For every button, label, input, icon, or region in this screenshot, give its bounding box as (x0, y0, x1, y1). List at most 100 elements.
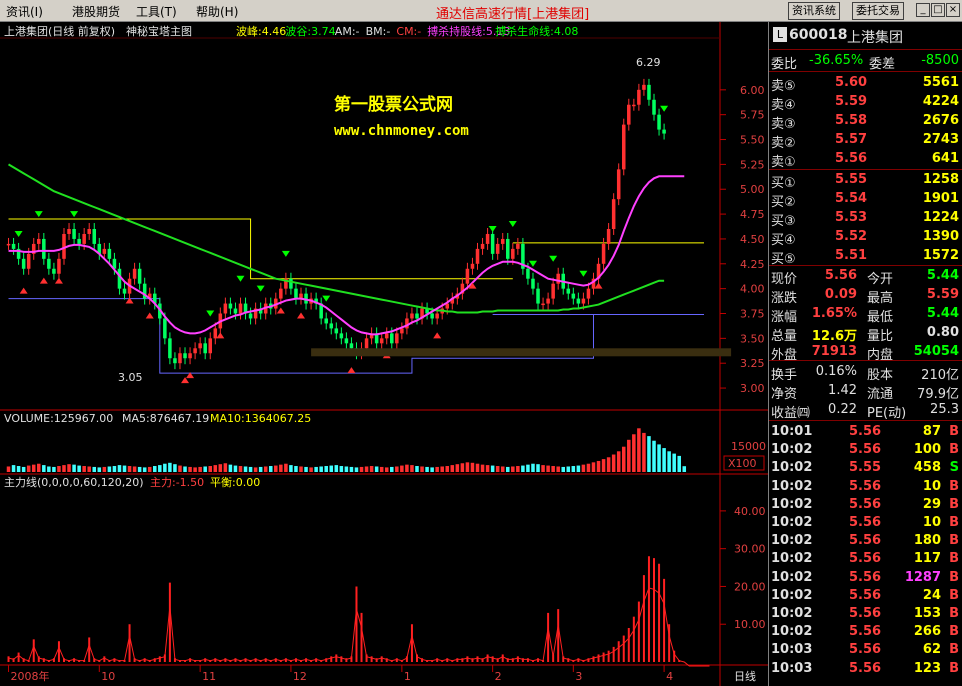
candle-body-77 (395, 333, 399, 344)
stat-value: 0.09 (824, 287, 857, 302)
candle-body-120 (611, 199, 616, 229)
volume-bar-51 (263, 466, 268, 472)
volume-bar-59 (304, 466, 308, 472)
tick-side: B (949, 660, 959, 676)
candle-body-3 (21, 258, 26, 269)
buy-arrow-9 (297, 312, 306, 319)
candle-body-109 (556, 273, 560, 284)
candle-body-124 (632, 104, 636, 107)
bid-price: 5.53 (835, 210, 868, 225)
volume-bar-26 (137, 466, 142, 472)
kline-chart[interactable]: 上港集团(日线 前复权) 神秘宝塔主图 波峰:4.46 波谷:3.74 AM:- BM… (0, 22, 768, 686)
date-tick-label-4: 1 (404, 670, 411, 683)
volume-bar-115 (586, 463, 591, 472)
menu-info[interactable]: 资讯(I) (6, 3, 43, 20)
consolidation-band (311, 348, 732, 357)
tick-price: 5.56 (849, 515, 882, 530)
indicator-value-0: 波峰:4.46 (236, 25, 286, 38)
stat-label: 涨跌 (771, 291, 798, 306)
stat-value: 5.56 (824, 268, 857, 283)
tick-time: 10:01 (771, 424, 813, 439)
volume-bar-50 (258, 466, 263, 472)
candle-body-75 (384, 333, 389, 339)
volume-bar-11 (62, 465, 66, 472)
menu-bar: 资讯(I) 港股期货 工具(T) 帮助(H) 通达信高速行情[上港集团] 资讯系… (0, 0, 962, 22)
weidiff-value: -8500 (921, 53, 959, 68)
ask-price: 5.56 (835, 151, 868, 166)
bid-volume: 1258 (922, 172, 959, 187)
volume-bar-103 (526, 464, 530, 472)
volume-bar-93 (475, 463, 480, 472)
volume-bar-39 (203, 466, 207, 472)
candle-body-81 (415, 313, 419, 319)
stat-value: 12.6万 (811, 329, 857, 344)
volume-bar-68 (349, 466, 354, 472)
volume-bar-94 (480, 464, 485, 472)
menu-tools[interactable]: 工具(T) (136, 3, 177, 20)
candle-body-126 (642, 84, 646, 90)
volume-bar-96 (490, 465, 495, 472)
tick-row-3: 10:02 5.56 10 B (769, 478, 962, 496)
candle-body-38 (198, 343, 202, 349)
tick-volume: 62 (922, 642, 941, 658)
volume-bar-15 (82, 466, 86, 472)
candle-body-80 (410, 313, 414, 319)
close-icon[interactable]: × (946, 3, 960, 17)
candle-body-123 (627, 104, 631, 125)
trade-button[interactable]: 委托交易 (852, 2, 904, 20)
sell-arrow-10 (528, 260, 537, 267)
menu-help[interactable]: 帮助(H) (196, 3, 238, 20)
stat-label: 最低 (867, 310, 894, 325)
tick-time: 10:02 (771, 515, 813, 530)
volume-bar-112 (571, 466, 576, 472)
date-tick-label-1: 10 (101, 670, 115, 683)
sell-arrow-5 (256, 285, 265, 292)
volume-bars (6, 428, 687, 472)
menu-hk-futures[interactable]: 港股期货 (72, 3, 120, 20)
stat-row-4: 外盘 71913 内盘 54054 (769, 343, 962, 363)
tick-side: B (949, 606, 959, 621)
candle-body-13 (72, 229, 76, 239)
stat2-row-2: 收益㈣ 0.22 PE(动) 25.3 (769, 401, 962, 421)
minimize-icon[interactable]: _ (916, 3, 930, 17)
period-label[interactable]: 日线 (734, 669, 756, 683)
volume-bar-91 (465, 462, 470, 472)
sell-arrow-9 (508, 221, 517, 228)
tick-row-11: 10:02 5.56 266 B (769, 623, 962, 641)
candle-body-68 (349, 343, 354, 349)
tick-price: 5.56 (849, 569, 882, 585)
candle-body-64 (329, 323, 334, 329)
volume-bar-100 (511, 466, 515, 472)
candle-body-17 (92, 229, 97, 244)
date-tick-label-2: 11 (202, 670, 216, 683)
candle-body-91 (465, 268, 470, 284)
stat-value: 0.16% (815, 364, 857, 379)
candle-body-104 (531, 278, 535, 289)
volume-bar-27 (142, 467, 147, 472)
volume-bar-132 (672, 453, 676, 472)
tick-volume: 87 (922, 424, 941, 439)
volume-bar-83 (425, 466, 429, 472)
date-tick-label-3: 12 (293, 670, 307, 683)
candle-body-101 (516, 243, 520, 249)
stat-label: 今开 (867, 272, 894, 287)
volume-bar-53 (274, 465, 278, 472)
ask-row-4: 卖① 5.56 641 (769, 150, 962, 170)
tick-side: B (949, 624, 959, 640)
indicator-values: 波峰:4.46 波谷:3.74 AM:- BM:- CM:- 搏杀持股线:5.13搏杀生命… (236, 24, 578, 38)
indicator-value-6: 搏杀生命线:4.08 (495, 24, 578, 38)
volume-bar-1 (11, 465, 16, 472)
tick-row-9: 10:02 5.56 24 B (769, 587, 962, 605)
candle-body-93 (475, 248, 480, 264)
volume-bar-57 (294, 466, 298, 472)
price-tick-label-6: 4.50 (740, 233, 765, 246)
info-system-button[interactable]: 资讯系统 (788, 2, 840, 20)
candle-body-105 (536, 288, 540, 304)
volume-bar-63 (324, 466, 328, 472)
volume-bar-97 (495, 466, 500, 472)
candle-body-106 (541, 303, 545, 306)
stat-label: PE(动) (867, 406, 907, 421)
chart-area[interactable]: 上港集团(日线 前复权) 神秘宝塔主图 波峰:4.46 波谷:3.74 AM:- BM… (0, 22, 768, 686)
volume-bar-95 (485, 465, 490, 472)
maximize-icon[interactable]: □ (931, 3, 945, 17)
